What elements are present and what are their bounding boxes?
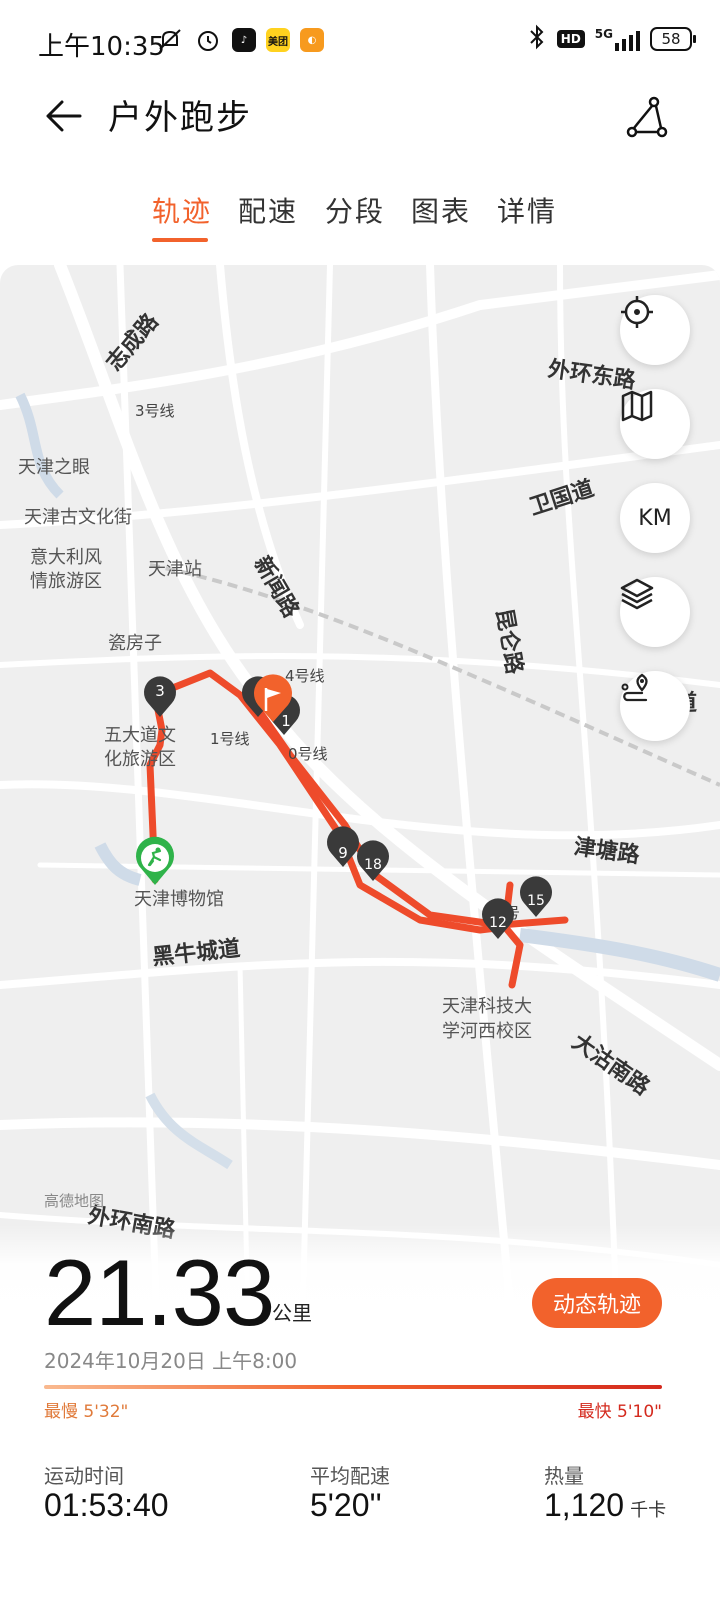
calories-unit: 千卡: [630, 1500, 667, 1520]
map-label: 学河西校区: [442, 1021, 532, 1042]
bluetooth-icon: [527, 24, 547, 54]
fastest-pace: 最快 5'10": [577, 1402, 662, 1422]
route-button[interactable]: [620, 671, 690, 741]
crosshair-icon: [621, 296, 653, 328]
slowest-pace: 最慢 5'32": [44, 1402, 129, 1422]
dynamic-track-button[interactable]: 动态轨迹: [532, 1278, 662, 1328]
tab-splits[interactable]: 分段: [325, 190, 385, 230]
run-summary: 21.33 公里 动态轨迹 2024年10月20日 上午8:00 最慢 5'32…: [0, 1225, 720, 1600]
meituan-icon: 美团: [266, 28, 290, 52]
status-time: 上午10:35: [38, 32, 165, 62]
page-title: 户外跑步: [108, 98, 252, 138]
duration-label: 运动时间: [44, 1464, 124, 1488]
map-label: 天津科技大: [442, 996, 532, 1017]
map-label: 天津之眼: [18, 457, 90, 478]
hd-icon: HD: [556, 30, 585, 48]
layers-icon: [620, 578, 654, 610]
status-bar: 上午10:35 ♪ 美团 ◐ HD 5G 58: [0, 0, 720, 84]
tab-details[interactable]: 详情: [497, 190, 557, 230]
distance-value: 21.33: [44, 1240, 275, 1345]
network-label: 5G: [594, 27, 613, 41]
other-app-icon: ◐: [300, 28, 324, 52]
distance-unit: 公里: [272, 1301, 312, 1325]
map-label: 4号线: [285, 667, 325, 685]
tab-charts[interactable]: 图表: [411, 190, 471, 230]
calories-block: 1,120 千卡: [544, 1487, 666, 1524]
tab-pace[interactable]: 配速: [238, 190, 298, 230]
5g-signal-icon: 5G: [595, 27, 640, 51]
map-label: 瓷房子: [108, 633, 162, 654]
avg-pace-value: 5'20'': [310, 1487, 382, 1523]
map-icon: [621, 390, 653, 422]
calories-label: 热量: [544, 1464, 584, 1488]
map-label: 情旅游区: [30, 571, 102, 592]
duration-value: 01:53:40: [44, 1487, 169, 1523]
tiktok-icon: ♪: [232, 28, 256, 52]
map-label: 0号线: [288, 745, 328, 763]
locate-button[interactable]: [620, 295, 690, 365]
mute-icon: [156, 26, 184, 54]
route-pin-icon: [621, 673, 648, 702]
map-label: 化旅游区: [104, 749, 176, 770]
back-arrow-icon[interactable]: [42, 94, 86, 138]
tab-bar: 轨迹 配速 分段 图表 详情: [0, 190, 720, 250]
map-label: 天津古文化街: [24, 507, 132, 528]
map-label: 意大利风: [30, 547, 102, 568]
map-mode-button[interactable]: [620, 389, 690, 459]
pace-gradient-bar: [44, 1385, 662, 1389]
alarm-icon: [194, 26, 222, 54]
map-label: 天津站: [148, 559, 202, 580]
status-left-icons: ♪ 美团 ◐: [156, 26, 324, 54]
amap-attribution: 高德地图: [44, 1192, 105, 1210]
battery-icon: 58: [650, 27, 696, 51]
share-icon[interactable]: [624, 94, 668, 138]
map-label: 五大道文: [104, 725, 176, 746]
km-toggle-button[interactable]: KM: [620, 483, 690, 553]
calories-value: 1,120: [544, 1487, 625, 1523]
map-label: 号: [505, 904, 521, 922]
tab-track[interactable]: 轨迹: [152, 190, 212, 230]
active-tab-indicator: [152, 238, 208, 242]
app-header: 户外跑步: [0, 84, 720, 174]
map-label: 3号线: [135, 402, 175, 420]
map-label: 天津博物馆: [134, 889, 224, 910]
layers-button[interactable]: [620, 577, 690, 647]
run-date: 2024年10月20日 上午8:00: [44, 1349, 298, 1373]
map-label: 1号线: [210, 730, 250, 748]
avg-pace-label: 平均配速: [310, 1464, 390, 1488]
status-right-icons: HD 5G 58: [527, 24, 696, 54]
